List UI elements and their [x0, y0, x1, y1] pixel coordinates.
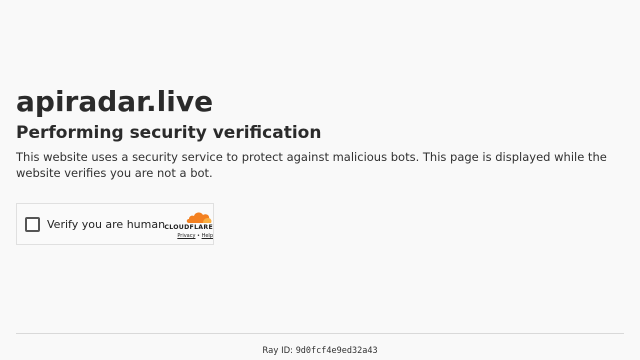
footer: Ray ID: 9d0fcf4e9ed32a43: [0, 345, 640, 357]
page-heading: Performing security verification: [16, 123, 322, 143]
verify-checkbox[interactable]: [25, 217, 40, 232]
link-separator: •: [197, 233, 200, 239]
help-link[interactable]: Help: [202, 233, 213, 239]
cloudflare-branding: CLOUDFLARE Privacy • Help: [161, 210, 213, 242]
cloudflare-wordmark: CLOUDFLARE: [164, 224, 213, 231]
cloudflare-links: Privacy • Help: [161, 233, 213, 239]
cloudflare-cloud-icon: [186, 212, 212, 223]
privacy-link[interactable]: Privacy: [177, 233, 195, 239]
page-description: This website uses a security service to …: [16, 150, 607, 180]
footer-divider: [16, 333, 624, 334]
ray-id-label: Ray ID:: [262, 346, 293, 356]
ray-id-value: 9d0fcf4e9ed32a43: [295, 346, 378, 356]
main-content: apiradar.live Performing security verifi…: [16, 86, 624, 181]
verify-label[interactable]: Verify you are human: [47, 217, 165, 233]
site-name: apiradar.live: [16, 85, 214, 118]
verification-widget: Verify you are human CLOUDFLARE Privacy …: [16, 203, 214, 245]
